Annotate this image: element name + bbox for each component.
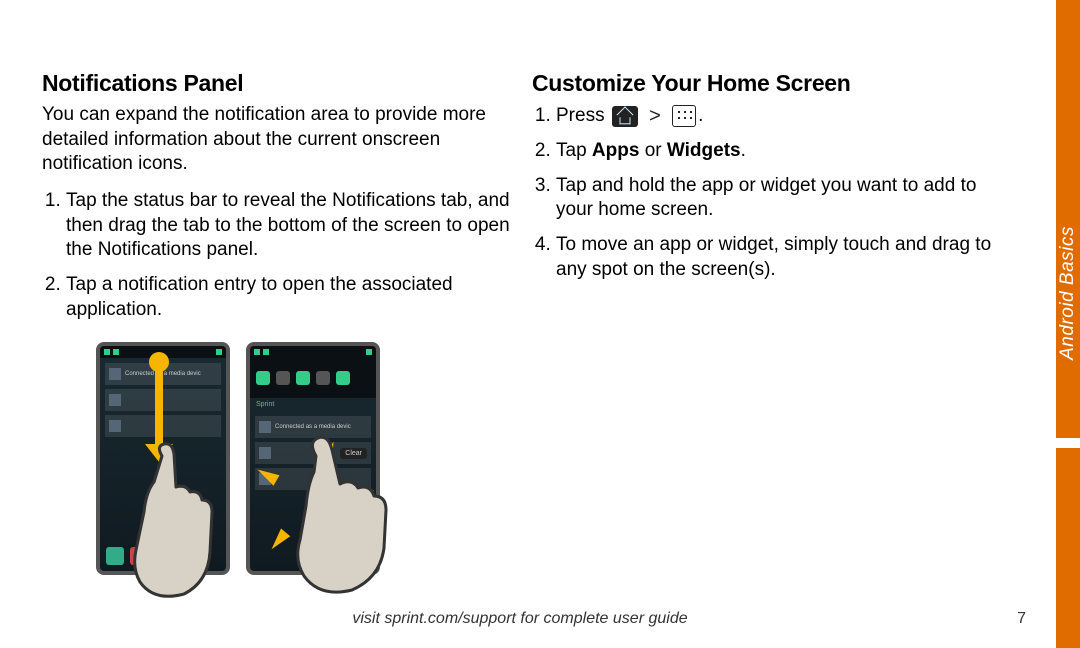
content-columns: Notifications Panel You can expand the n… bbox=[42, 70, 1034, 333]
phone-mockup: Connected as a media devic bbox=[96, 342, 230, 575]
step-text: . bbox=[741, 140, 746, 161]
phone-mockup: Sprint Connected as a media devic Clear bbox=[246, 342, 380, 575]
step-text: Tap bbox=[556, 140, 592, 161]
notification-text: Connected as a media devic bbox=[125, 371, 201, 377]
carrier-label: Sprint bbox=[256, 401, 274, 408]
apps-grid-icon bbox=[672, 105, 696, 127]
greater-than-icon: > bbox=[649, 103, 661, 129]
step-item: To move an app or widget, simply touch a… bbox=[556, 233, 1002, 282]
section-intro: You can expand the notification area to … bbox=[42, 103, 512, 177]
carrier-row: Sprint bbox=[250, 398, 376, 411]
step-text-bold: Apps bbox=[592, 140, 640, 161]
notification-shade-partial: Connected as a media devic bbox=[100, 358, 226, 446]
notification-row: Clear bbox=[255, 442, 371, 464]
clear-button: Clear bbox=[340, 448, 367, 459]
step-item: Tap the status bar to reveal the Notific… bbox=[66, 189, 512, 263]
quick-toggle-icon bbox=[256, 371, 270, 385]
page-number: 7 bbox=[1017, 610, 1026, 628]
phone-figure-swipe: Connected as a media devic bbox=[96, 342, 222, 575]
quick-toggle-icon bbox=[296, 371, 310, 385]
phone-status-bar bbox=[250, 346, 376, 358]
section-heading-notifications: Notifications Panel bbox=[42, 70, 512, 97]
side-tab-bar: Android Basics bbox=[1056, 0, 1080, 648]
phone-illustrations: Connected as a media devic bbox=[96, 342, 372, 575]
step-text: or bbox=[639, 140, 666, 161]
steps-list-right: Press > . Tap Apps or Widgets. Tap and h… bbox=[532, 103, 1002, 282]
quick-toggle-icon bbox=[276, 371, 290, 385]
section-heading-customize: Customize Your Home Screen bbox=[532, 70, 1002, 97]
manual-page: Android Basics Notifications Panel You c… bbox=[0, 0, 1080, 648]
phone-figure-tap: Sprint Connected as a media devic Clear bbox=[246, 342, 372, 575]
step-item: Tap Apps or Widgets. bbox=[556, 139, 1002, 164]
chapter-tab-label: Android Basics bbox=[1057, 226, 1079, 360]
side-accent-bottom bbox=[1056, 448, 1080, 648]
step-text-bold: Widgets bbox=[667, 140, 741, 161]
step-item: Tap and hold the app or widget you want … bbox=[556, 174, 1002, 223]
left-column: Notifications Panel You can expand the n… bbox=[42, 70, 512, 333]
notification-row: Connected as a media devic bbox=[255, 416, 371, 438]
phone-status-bar bbox=[100, 346, 226, 358]
step-item: Tap a notification entry to open the ass… bbox=[66, 273, 512, 322]
steps-list-left: Tap the status bar to reveal the Notific… bbox=[42, 189, 512, 322]
step-text: Press bbox=[556, 105, 605, 126]
step-item: Press > . bbox=[556, 103, 1002, 129]
footer-note: visit sprint.com/support for complete us… bbox=[0, 610, 1040, 628]
side-accent-top bbox=[1056, 0, 1080, 148]
side-gap bbox=[1056, 438, 1080, 448]
phone-dock bbox=[106, 547, 220, 565]
right-column: Customize Your Home Screen Press > . Tap… bbox=[532, 70, 1002, 333]
quick-toggle-icon bbox=[316, 371, 330, 385]
notification-shade-header bbox=[250, 358, 376, 398]
notification-row: Connected as a media devic bbox=[105, 363, 221, 385]
home-icon bbox=[612, 106, 638, 127]
notification-text: Connected as a media devic bbox=[275, 424, 351, 430]
notification-row bbox=[105, 415, 221, 437]
notification-row bbox=[105, 389, 221, 411]
quick-toggle-icon bbox=[336, 371, 350, 385]
chapter-tab: Android Basics bbox=[1056, 148, 1080, 438]
